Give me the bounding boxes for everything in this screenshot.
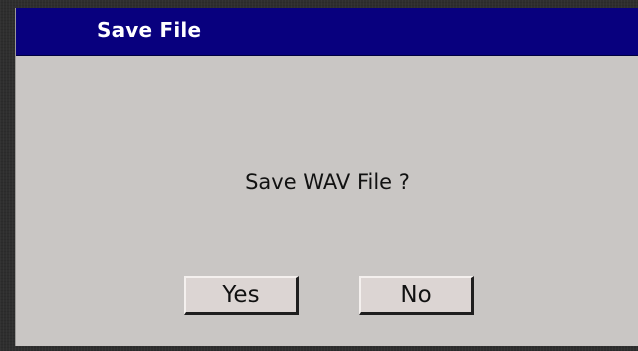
dialog-message: Save WAV File ? [245,170,410,194]
dialog-title: Save File [97,18,202,42]
save-file-dialog: Save File Save WAV File ? Yes No [15,8,638,346]
dialog-titlebar[interactable]: Save File [16,8,638,56]
no-button[interactable]: No [359,276,474,315]
yes-button[interactable]: Yes [184,276,299,315]
